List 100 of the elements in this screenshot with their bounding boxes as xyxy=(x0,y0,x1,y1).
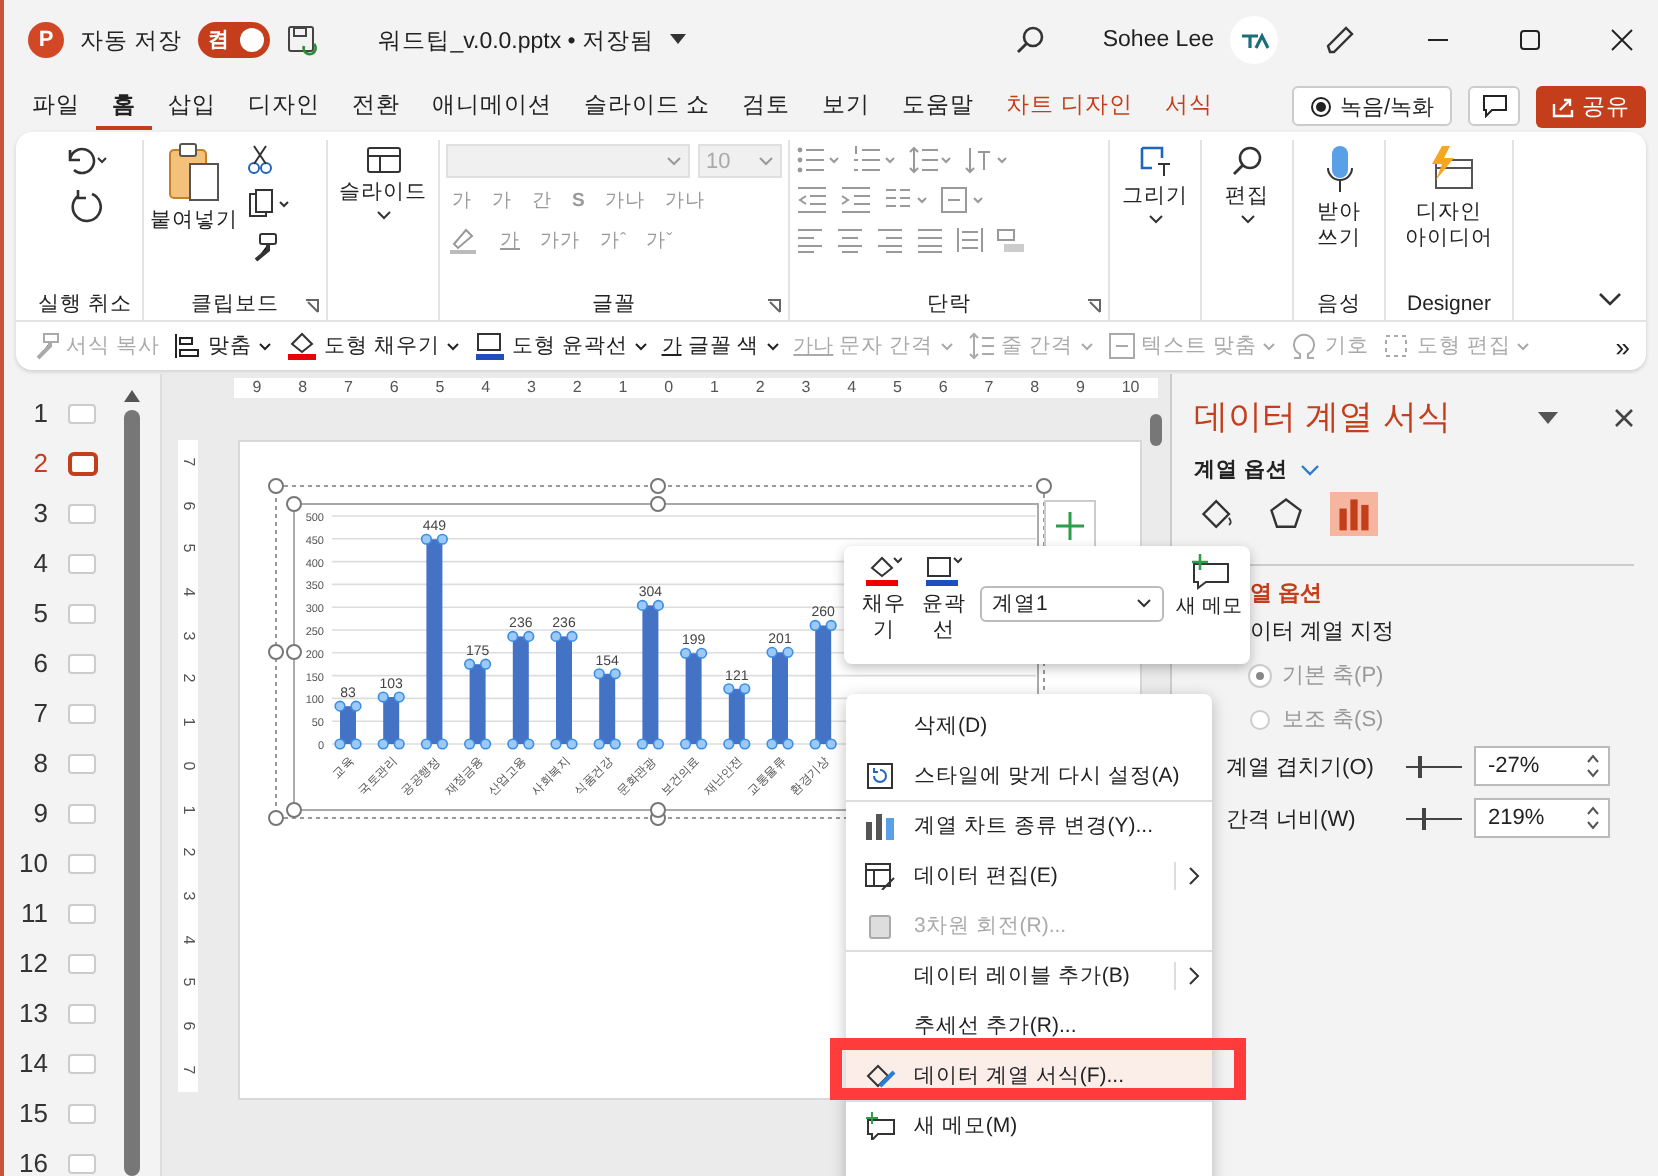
slider-thumb[interactable] xyxy=(1422,807,1427,829)
ribbon-tab[interactable]: 애니메이션 xyxy=(416,82,568,130)
spin-field[interactable]: 219% xyxy=(1474,798,1610,838)
ribbon-tab[interactable]: 전환 xyxy=(336,82,416,130)
align-left-icon[interactable] xyxy=(796,226,824,254)
ribbon-tab[interactable]: 슬라이드 쇼 xyxy=(568,82,727,130)
align-text-icon[interactable] xyxy=(940,186,984,214)
caret-icon xyxy=(1147,214,1163,226)
caret-icon xyxy=(765,341,780,351)
bullets-icon[interactable] xyxy=(796,146,840,174)
slide-thumbnail[interactable] xyxy=(68,451,98,475)
caret-icon xyxy=(1136,598,1153,610)
slide-number: 5 xyxy=(31,598,48,628)
new-slide-button[interactable]: 슬라이드 xyxy=(339,144,427,222)
chart-bar[interactable] xyxy=(469,664,486,744)
add-comment-icon xyxy=(864,1112,896,1140)
avatar-icon[interactable] xyxy=(1230,16,1278,64)
paste-button[interactable]: 붙여넣기 xyxy=(150,140,238,234)
redo-icon[interactable] xyxy=(67,188,103,224)
smartart-icon[interactable] xyxy=(996,226,1028,254)
justify-icon[interactable] xyxy=(916,226,944,254)
maximize-icon[interactable] xyxy=(1518,28,1542,52)
menu-item[interactable]: 삭제(D) xyxy=(846,700,1212,750)
chevron-down-icon xyxy=(1299,464,1320,476)
caret-icon xyxy=(758,155,774,167)
series-dropdown[interactable]: 계열1 xyxy=(980,586,1165,622)
close-icon[interactable] xyxy=(1614,407,1634,427)
fill-button[interactable]: 채우기 xyxy=(860,554,908,644)
menu-item[interactable]: 데이터 편집(E) xyxy=(846,850,1212,900)
search-icon[interactable] xyxy=(1014,24,1047,56)
ribbon-tab[interactable]: 파일 xyxy=(16,82,96,130)
chart-bar[interactable] xyxy=(556,636,572,744)
paint-bucket-icon xyxy=(285,332,318,360)
quick-format-button[interactable]: 가 글꼴 색 xyxy=(661,332,780,360)
outline-button[interactable]: 윤곽선 xyxy=(920,554,968,644)
chart-bar[interactable] xyxy=(772,652,788,744)
text-direction-icon[interactable] xyxy=(964,146,1008,174)
chart-bar[interactable] xyxy=(599,673,616,744)
new-comment-button[interactable]: 새 메모 xyxy=(1176,554,1242,620)
options-dropdown[interactable]: 계열 옵션 xyxy=(1194,456,1320,484)
record-button[interactable]: 녹음/녹화 xyxy=(1291,86,1452,126)
copy-icon[interactable] xyxy=(246,188,294,220)
document-title[interactable]: 워드팁_v.0.0.pptx • 저장됨 xyxy=(378,25,655,55)
dialog-launcher-icon[interactable] xyxy=(766,298,782,314)
ribbon-tab[interactable]: 디자인 xyxy=(232,82,336,130)
cut-icon[interactable] xyxy=(246,144,274,176)
chart-bar[interactable] xyxy=(642,605,659,744)
chart-bar[interactable] xyxy=(815,625,832,744)
align-right-icon[interactable] xyxy=(876,226,904,254)
resize-handle[interactable] xyxy=(1036,478,1052,494)
pen-icon[interactable] xyxy=(1322,22,1358,58)
increase-indent-icon[interactable] xyxy=(840,186,872,214)
more-button[interactable]: » xyxy=(1615,331,1630,361)
share-button[interactable]: 공유 xyxy=(1536,85,1646,127)
ribbon-tab[interactable]: 서식 xyxy=(1148,82,1229,130)
quick-format-button[interactable]: 도형 채우기 xyxy=(285,332,460,360)
chart-bar[interactable] xyxy=(512,636,529,744)
dropdown-caret-icon[interactable] xyxy=(1538,411,1558,423)
group-label: Designer xyxy=(1406,290,1492,320)
scrollbar-thumb[interactable] xyxy=(1150,414,1162,446)
menu-item[interactable]: 계열 차트 종류 변경(Y)... xyxy=(846,800,1212,850)
dialog-launcher-icon[interactable] xyxy=(304,298,320,314)
ribbon-tab[interactable]: 삽입 xyxy=(152,82,232,130)
slide-number: 1 xyxy=(31,398,48,428)
numbering-icon[interactable] xyxy=(852,146,896,174)
microphone-icon xyxy=(1323,144,1355,196)
ribbon-tab[interactable]: 도움말 xyxy=(886,82,991,130)
close-icon[interactable] xyxy=(1610,28,1634,52)
editing-button[interactable]: 편집 xyxy=(1225,144,1269,226)
draw-button[interactable]: 그리기 xyxy=(1122,144,1188,226)
quick-format-button[interactable]: 도형 윤곽선 xyxy=(473,332,648,360)
dictate-button[interactable]: 받아 쓰기 xyxy=(1311,144,1367,252)
dialog-launcher-icon[interactable] xyxy=(1086,298,1102,314)
ribbon-tab[interactable]: 차트 디자인 xyxy=(990,82,1149,130)
caret-icon[interactable] xyxy=(670,34,687,46)
decrease-indent-icon[interactable] xyxy=(796,186,828,214)
dotted-square-icon xyxy=(1382,332,1411,360)
align-center-icon[interactable] xyxy=(836,226,864,254)
chart-bar[interactable] xyxy=(685,653,702,744)
menu-item[interactable]: 스타일에 맞게 다시 설정(A) xyxy=(846,750,1212,800)
comments-button[interactable] xyxy=(1468,86,1520,126)
menu-item[interactable]: 새 메모(M) xyxy=(846,1100,1212,1150)
scroll-up-icon[interactable] xyxy=(124,390,140,402)
chart-bar[interactable] xyxy=(426,539,443,744)
chevron-right-icon xyxy=(1188,865,1200,885)
line-spacing-icon[interactable] xyxy=(908,146,952,174)
spin-field[interactable]: -27% xyxy=(1474,746,1610,786)
group-label: 음성 xyxy=(1317,290,1361,320)
autosave-toggle[interactable]: 켬 xyxy=(198,22,271,58)
ribbon-tab[interactable]: 보기 xyxy=(806,82,887,130)
chevron-down-icon[interactable] xyxy=(1598,292,1622,308)
design-ideas-button[interactable]: 디자인 아이디어 xyxy=(1405,144,1493,252)
plus-icon xyxy=(1054,510,1086,542)
slider-thumb[interactable] xyxy=(1417,755,1422,777)
quick-format-button[interactable]: 맞춤 xyxy=(173,332,272,360)
save-icon[interactable] xyxy=(286,24,319,56)
distribute-icon[interactable] xyxy=(956,226,984,254)
menu-item[interactable]: 데이터 레이블 추가(B) xyxy=(846,950,1212,1000)
scrollbar-thumb[interactable] xyxy=(124,410,140,1176)
ribbon-tab[interactable]: 검토 xyxy=(726,82,807,130)
